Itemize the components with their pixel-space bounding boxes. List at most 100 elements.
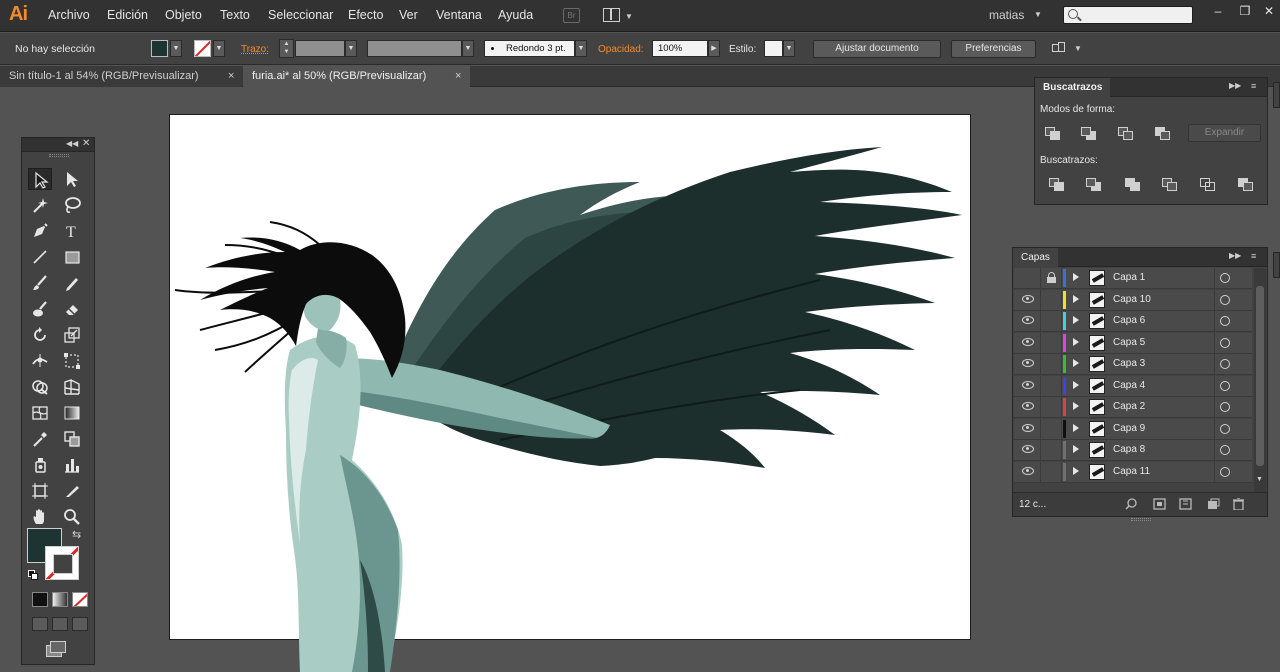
arrange-documents-button[interactable]: ▼ (603, 7, 633, 23)
target-circle-icon[interactable] (1220, 337, 1230, 348)
opacity-dropdown[interactable]: ▶ (708, 40, 720, 57)
rotate-tool[interactable] (28, 324, 52, 346)
locate-object-icon[interactable] (1125, 498, 1138, 510)
shape-builder-tool[interactable] (28, 376, 52, 398)
target-circle-icon[interactable] (1220, 423, 1230, 434)
variable-width-profile[interactable] (367, 40, 462, 57)
layer-row[interactable]: Capa 2 (1014, 397, 1252, 418)
collapsed-panel-button[interactable] (1273, 252, 1280, 278)
outline-icon[interactable] (1198, 176, 1218, 194)
target-circle-icon[interactable] (1220, 445, 1230, 455)
draw-behind-button[interactable] (52, 617, 68, 631)
draw-inside-button[interactable] (72, 617, 88, 631)
new-layer-icon[interactable] (1207, 498, 1220, 510)
eye-icon[interactable] (1022, 337, 1034, 346)
layer-row[interactable]: Capa 9 (1014, 418, 1252, 440)
panel-menu-icon[interactable]: ≡ (1251, 81, 1256, 91)
default-colors-icon[interactable] (28, 570, 39, 581)
layer-name[interactable]: Capa 6 (1113, 315, 1145, 326)
target-circle-icon[interactable] (1220, 402, 1230, 412)
target-circle-icon[interactable] (1220, 359, 1230, 369)
minus-back-icon[interactable] (1236, 176, 1256, 194)
expand-triangle-icon[interactable] (1073, 316, 1079, 324)
lasso-tool[interactable] (60, 194, 84, 216)
none-mode-button[interactable] (72, 592, 88, 607)
gradient-mode-button[interactable] (52, 592, 68, 607)
target-circle-icon[interactable] (1220, 316, 1230, 326)
target-circle-icon[interactable] (1220, 380, 1230, 391)
free-transform-tool[interactable] (60, 350, 84, 372)
blob-brush-tool[interactable] (28, 298, 52, 320)
menu-ventana[interactable]: Ventana (436, 8, 482, 22)
exclude-icon[interactable] (1153, 125, 1173, 143)
search-input[interactable] (1063, 6, 1193, 24)
gradient-tool[interactable] (60, 402, 84, 424)
selection-tool[interactable] (28, 168, 52, 190)
opacity-label[interactable]: Opacidad: (598, 44, 644, 55)
fill-dropdown[interactable]: ▼ (170, 40, 182, 57)
unite-icon[interactable] (1043, 125, 1063, 143)
pathfinder-tab[interactable]: Buscatrazos (1035, 78, 1111, 97)
merge-icon[interactable] (1123, 176, 1143, 194)
menu-ver[interactable]: Ver (399, 8, 418, 22)
crop-icon[interactable] (1160, 176, 1180, 194)
mesh-tool[interactable] (28, 402, 52, 424)
eye-icon[interactable] (1022, 380, 1034, 389)
draw-normal-button[interactable] (32, 617, 48, 631)
expand-triangle-icon[interactable] (1073, 466, 1079, 475)
expand-triangle-icon[interactable] (1073, 337, 1079, 346)
layer-name[interactable]: Capa 2 (1113, 401, 1145, 412)
tab-sin-titulo[interactable]: Sin título-1 al 54% (RGB/Previsualizar) … (0, 66, 242, 87)
chevron-down-icon[interactable]: ▼ (1074, 44, 1082, 53)
adjust-document-button[interactable]: Ajustar documento (813, 40, 941, 58)
panel-grip[interactable] (49, 154, 69, 157)
menu-objeto[interactable]: Objeto (165, 8, 202, 22)
expand-triangle-icon[interactable] (1073, 359, 1079, 367)
close-tab-icon[interactable]: × (228, 66, 234, 87)
menu-texto[interactable]: Texto (220, 8, 250, 22)
new-sublayer-icon[interactable] (1179, 498, 1192, 510)
stroke-weight-stepper[interactable]: ▲ ▼ (279, 39, 294, 58)
collapsed-panel-button[interactable] (1273, 82, 1280, 108)
lock-icon[interactable] (1047, 272, 1056, 283)
eye-icon[interactable] (1022, 359, 1034, 367)
eye-icon[interactable] (1022, 316, 1034, 324)
expand-triangle-icon[interactable] (1073, 273, 1079, 281)
swap-fill-stroke-icon[interactable]: ⇆ (72, 528, 81, 541)
layer-name[interactable]: Capa 10 (1113, 294, 1151, 305)
minus-front-icon[interactable] (1079, 125, 1099, 143)
paintbrush-tool[interactable] (28, 272, 52, 294)
expand-triangle-icon[interactable] (1073, 402, 1079, 410)
layer-row[interactable]: Capa 3 (1014, 354, 1252, 375)
eye-icon[interactable] (1022, 402, 1034, 410)
close-tab-icon[interactable]: × (455, 66, 461, 87)
width-tool[interactable] (28, 350, 52, 372)
stroke-label[interactable]: Trazo: (241, 44, 269, 55)
layer-row[interactable]: Capa 4 (1014, 375, 1252, 397)
preferences-button[interactable]: Preferencias (951, 40, 1036, 58)
artboard-tool[interactable] (28, 480, 52, 502)
tab-furia[interactable]: furia.ai* al 50% (RGB/Previsualizar) × (243, 66, 470, 87)
graphic-style-swatch[interactable] (764, 40, 783, 57)
brush-definition-field[interactable]: Redondo 3 pt. (484, 40, 575, 57)
style-dropdown[interactable]: ▼ (783, 40, 795, 57)
layer-name[interactable]: Capa 11 (1113, 466, 1150, 477)
zoom-tool[interactable] (60, 506, 84, 528)
color-mode-button[interactable] (32, 592, 48, 607)
target-circle-icon[interactable] (1220, 273, 1230, 283)
layer-row[interactable]: Capa 10 (1014, 289, 1252, 311)
scale-tool[interactable] (60, 324, 84, 346)
expand-triangle-icon[interactable] (1073, 294, 1079, 303)
maximize-button[interactable]: ❐ (1234, 4, 1256, 18)
layer-row[interactable]: Capa 5 (1014, 332, 1252, 354)
eye-icon[interactable] (1022, 466, 1034, 475)
blend-tool[interactable] (60, 428, 84, 450)
slice-tool[interactable] (60, 480, 84, 502)
menu-archivo[interactable]: Archivo (48, 8, 90, 22)
symbol-sprayer-tool[interactable] (28, 454, 52, 476)
layers-tab[interactable]: Capas (1013, 248, 1058, 267)
layer-name[interactable]: Capa 5 (1113, 337, 1145, 348)
pencil-tool[interactable] (60, 272, 84, 294)
delete-layer-icon[interactable] (1232, 498, 1245, 510)
line-tool[interactable] (28, 246, 52, 268)
